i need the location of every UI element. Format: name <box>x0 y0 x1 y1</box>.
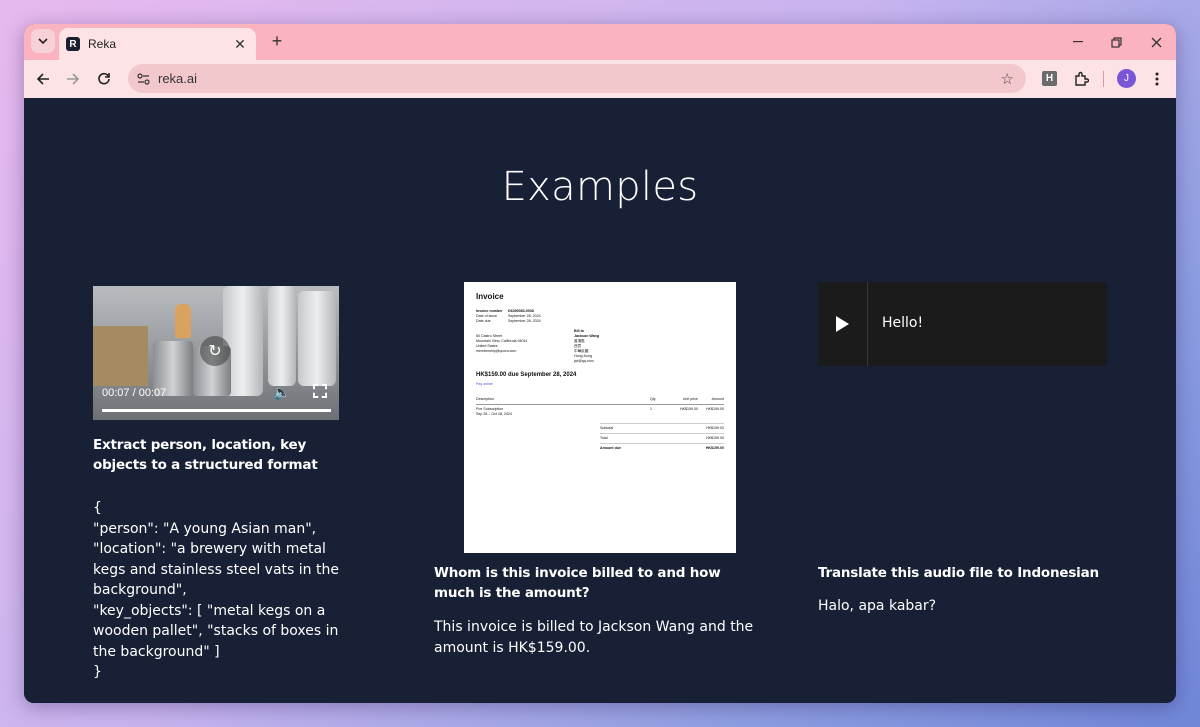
example-question: Extract person, location, key objects to… <box>93 437 318 473</box>
from-line: membership@quora.com <box>476 349 517 353</box>
example-audio-player[interactable]: Hello! <box>818 282 1107 366</box>
steel-vat <box>298 291 336 386</box>
profile-avatar[interactable]: J <box>1117 69 1136 88</box>
amount-due-row: Amount due HK$159.00 <box>600 443 724 453</box>
site-info-icon[interactable] <box>128 72 158 85</box>
example-invoice-image: Invoice Invoice number D6390083-0008 Dat… <box>464 282 736 553</box>
address-bar[interactable]: reka.ai ☆ <box>128 64 1026 93</box>
column-header: Description <box>476 397 494 401</box>
close-window-icon[interactable] <box>1136 24 1176 60</box>
invoice-from: 60 Castro Street Mountain View, Californ… <box>476 334 574 364</box>
column-header: Amount <box>711 397 724 401</box>
bill-to-label: Bill to <box>574 329 584 333</box>
answer-line: } <box>93 664 102 680</box>
invoice-totals: Subtotal HK$159.00 Total HK$159.00 Amoun… <box>600 423 724 453</box>
tab-search-icon[interactable] <box>31 29 55 53</box>
browser-toolbar: reka.ai ☆ H J <box>24 60 1176 98</box>
example-answer: Halo, apa kabar? <box>818 598 937 614</box>
fullscreen-icon[interactable] <box>313 384 327 398</box>
example-video[interactable]: ↻ 00:07 / 00:07 🔈 <box>93 286 339 420</box>
column-header: Qty <box>650 397 656 401</box>
item-qty: 1 <box>650 407 652 411</box>
tab-strip: R Reka ✕ + <box>24 24 1176 60</box>
item-description: Poe Subscription Sep 28 – Oct 28, 2024 <box>476 407 650 417</box>
total-value: HK$159.00 <box>706 436 724 440</box>
invoice-amount-due-heading: HK$159.00 due September 28, 2024 <box>476 372 577 378</box>
forward-icon[interactable] <box>62 68 84 90</box>
total-row: Total HK$159.00 <box>600 433 724 443</box>
page-title: Examples <box>501 164 699 210</box>
audio-label: Hello! <box>882 315 924 331</box>
subtotal-value: HK$159.00 <box>706 426 724 430</box>
bookmark-star-icon[interactable]: ☆ <box>1001 70 1014 88</box>
item-unit-price: HK$159.00 <box>680 407 698 411</box>
subtotal-label: Subtotal <box>600 426 614 430</box>
answer-line: "location": "a brewery with metal kegs a… <box>93 541 344 598</box>
answer-line: "key_objects": [ "metal kegs on a wooden… <box>93 602 343 660</box>
invoice-addresses: 60 Castro Street Mountain View, Californ… <box>476 329 724 364</box>
play-icon[interactable] <box>818 282 868 366</box>
video-progress-bar[interactable] <box>102 409 331 412</box>
subtotal-row: Subtotal HK$159.00 <box>600 423 724 433</box>
example-answer: { "person": "A young Asian man", "locati… <box>93 498 343 683</box>
replay-icon[interactable]: ↻ <box>200 336 230 366</box>
item-amount: HK$159.00 <box>706 407 724 411</box>
pay-online-link: Pay online <box>476 382 493 386</box>
example-question: Whom is this invoice billed to and how m… <box>434 565 721 601</box>
invoice-due-date: September 28, 2024 <box>508 319 541 323</box>
browser-window: R Reka ✕ + reka.ai ☆ H J Examples ↻ 00:0… <box>24 24 1176 703</box>
video-time: 00:07 / 00:07 <box>102 387 167 399</box>
extension-h-icon[interactable]: H <box>1042 71 1057 86</box>
invoice-due-row: Date due September 28, 2024 <box>476 319 724 324</box>
menu-icon[interactable] <box>1146 68 1168 90</box>
item-period: Sep 28 – Oct 28, 2024 <box>476 412 512 416</box>
box-stack <box>93 326 148 386</box>
example-answer: This invoice is billed to Jackson Wang a… <box>434 619 754 656</box>
invoice-table-header: Description Qty Unit price Amount <box>476 397 724 402</box>
amount-due-value: HK$159.00 <box>705 446 724 450</box>
amount-due-label: Amount due <box>600 446 621 450</box>
toolbar-divider <box>1103 71 1104 87</box>
invoice-bill-to: Bill to Jackson Wang 香港區 西貢 中華民國 Hong Ko… <box>574 329 599 364</box>
invoice-due-label: Date due <box>476 319 491 323</box>
bill-to-line: jwi@qq.com <box>574 359 594 363</box>
close-icon[interactable]: ✕ <box>232 36 248 52</box>
column-header: Unit price <box>682 397 698 401</box>
back-icon[interactable] <box>32 68 54 90</box>
invoice-title: Invoice <box>476 292 504 301</box>
example-question: Translate this audio file to Indonesian <box>818 565 1099 581</box>
person-figure <box>175 304 191 338</box>
steel-vat <box>268 286 296 386</box>
volume-icon[interactable]: 🔈 <box>273 384 290 401</box>
restore-icon[interactable] <box>1096 24 1136 60</box>
answer-line: { <box>93 500 102 516</box>
tab-reka[interactable]: R Reka ✕ <box>59 28 256 60</box>
invoice-item-row: Poe Subscription Sep 28 – Oct 28, 2024 1… <box>476 407 724 417</box>
new-tab-icon[interactable]: + <box>266 30 288 52</box>
answer-line: "person": "A young Asian man", <box>93 520 317 537</box>
extensions-icon[interactable] <box>1070 68 1092 90</box>
reload-icon[interactable] <box>93 68 115 90</box>
tab-title: Reka <box>88 37 117 51</box>
url-text: reka.ai <box>158 71 198 86</box>
reka-favicon-icon: R <box>66 37 80 51</box>
page-content: Examples ↻ 00:07 / 00:07 🔈 Extract perso… <box>24 98 1176 703</box>
minimize-icon[interactable] <box>1058 24 1098 60</box>
total-label: Total <box>600 436 608 440</box>
divider <box>476 404 724 405</box>
